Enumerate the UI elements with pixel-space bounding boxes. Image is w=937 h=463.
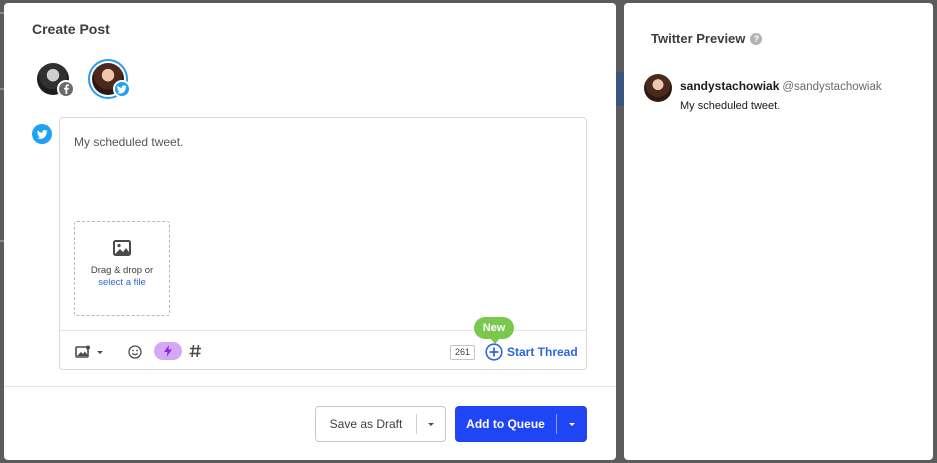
chevron-down-icon xyxy=(428,423,434,426)
media-dropzone[interactable]: Drag & drop or select a file xyxy=(74,221,170,316)
background-app-accent xyxy=(616,72,624,106)
footer-divider xyxy=(4,386,616,387)
facebook-icon xyxy=(57,80,75,98)
post-text[interactable]: My scheduled tweet. xyxy=(74,135,183,149)
media-icon xyxy=(75,345,90,358)
add-circle-icon xyxy=(485,343,503,361)
emoji-icon xyxy=(128,345,142,359)
start-thread-button[interactable]: Start Thread xyxy=(485,343,578,361)
ai-assistant-button[interactable] xyxy=(154,342,182,360)
add-to-queue-button-group: Add to Queue xyxy=(455,406,587,442)
dropzone-text: Drag & drop or xyxy=(90,265,154,276)
character-count: 261 xyxy=(450,345,476,360)
modal-title: Create Post xyxy=(32,21,110,37)
chevron-down-icon xyxy=(97,351,103,354)
start-thread-label: Start Thread xyxy=(507,345,578,359)
preview-avatar xyxy=(644,74,672,102)
lightning-icon xyxy=(164,345,172,357)
preview-display-name: sandystachowiak xyxy=(680,79,780,93)
preview-title-label: Twitter Preview xyxy=(651,31,746,46)
save-as-draft-button-group: Save as Draft xyxy=(315,406,446,442)
emoji-button[interactable] xyxy=(126,343,144,361)
hashtag-icon xyxy=(189,344,201,358)
queue-options-dropdown[interactable] xyxy=(557,406,587,442)
chevron-down-icon xyxy=(569,423,575,426)
add-media-button[interactable] xyxy=(72,344,108,360)
preview-handle: @sandystachowiak xyxy=(782,81,882,93)
twitter-preview-panel: Twitter Preview ? sandystachowiak @sandys… xyxy=(624,3,933,460)
preview-author: sandystachowiak @sandystachowiak xyxy=(680,79,882,93)
help-icon[interactable]: ? xyxy=(750,32,763,45)
save-as-draft-button[interactable]: Save as Draft xyxy=(316,407,416,441)
add-to-queue-button[interactable]: Add to Queue xyxy=(455,406,556,442)
create-post-modal: Create Post My scheduled tweet. Drag & d… xyxy=(4,3,616,460)
hashtag-button[interactable] xyxy=(186,342,204,360)
draft-options-dropdown[interactable] xyxy=(417,407,445,441)
twitter-icon xyxy=(113,80,131,98)
new-feature-badge: New xyxy=(474,317,514,344)
preview-tweet-text: My scheduled tweet. xyxy=(680,100,781,112)
preview-title: Twitter Preview ? xyxy=(651,31,763,46)
twitter-icon xyxy=(32,124,52,144)
select-file-link[interactable]: select a file xyxy=(98,277,146,288)
image-icon xyxy=(113,240,131,256)
